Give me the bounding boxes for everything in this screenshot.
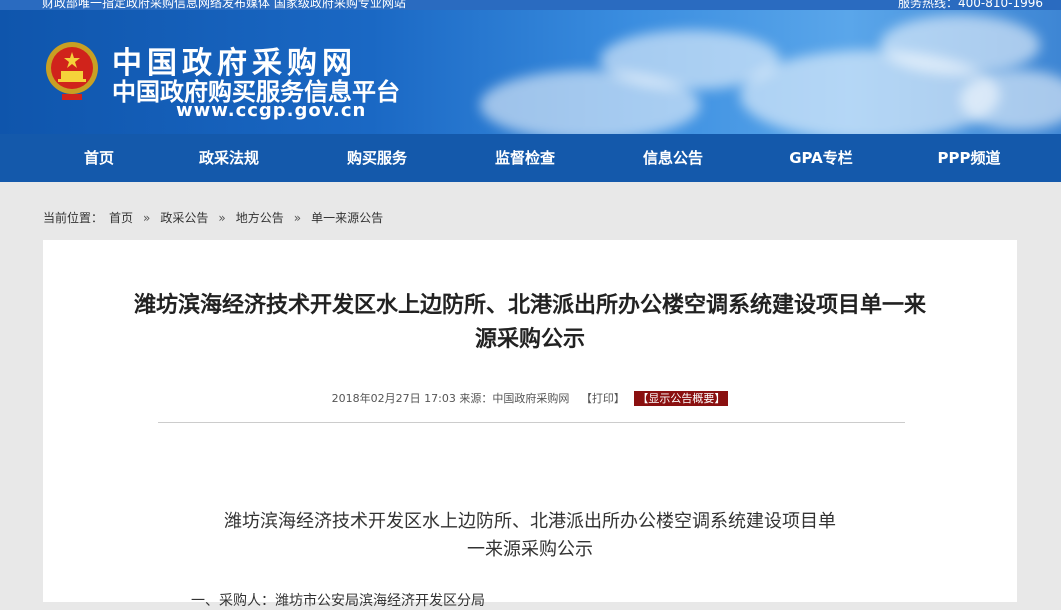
breadcrumb-local[interactable]: 地方公告 xyxy=(236,211,284,225)
service-hotline: 服务热线：400-810-1996 xyxy=(897,0,1043,10)
site-banner: 中国政府采购网 中国政府购买服务信息平台 www.ccgp.gov.cn xyxy=(0,10,1061,134)
national-emblem-icon[interactable] xyxy=(44,38,100,102)
breadcrumb-single-source[interactable]: 单一来源公告 xyxy=(311,211,383,225)
nav-item-ppp[interactable]: PPP频道 xyxy=(938,134,1001,182)
article-datetime: 2018年02月27日 17:03 xyxy=(331,392,456,405)
breadcrumb-home[interactable]: 首页 xyxy=(109,211,133,225)
nav-item-announcements[interactable]: 信息公告 xyxy=(643,134,703,182)
breadcrumb-procurement[interactable]: 政采公告 xyxy=(160,211,208,225)
nav-item-purchase-services[interactable]: 购买服务 xyxy=(347,134,407,182)
nav-item-gpa[interactable]: GPA专栏 xyxy=(789,134,853,182)
breadcrumb-separator: » xyxy=(293,211,302,225)
article-title: 潍坊滨海经济技术开发区水上边防所、北港派出所办公楼空调系统建设项目单一来 源采购公… xyxy=(133,293,926,352)
breadcrumb-separator: » xyxy=(143,211,151,225)
main-nav: 首页 政采法规 购买服务 监督检查 信息公告 GPA专栏 PPP频道 xyxy=(0,134,1061,182)
breadcrumb-prefix: 当前位置： xyxy=(43,211,104,225)
top-info-bar: 财政部唯一指定政府采购信息网络发布媒体 国家级政府采购专业网站 服务热线：400… xyxy=(0,0,1061,10)
site-url[interactable]: www.ccgp.gov.cn xyxy=(176,100,366,121)
breadcrumb: 当前位置： 首页 » 政采公告 » 地方公告 » 单一来源公告 xyxy=(43,209,389,226)
nav-item-regulations[interactable]: 政采法规 xyxy=(199,134,259,182)
print-link[interactable]: 【打印】 xyxy=(581,392,625,405)
article-source: 来源：中国政府采购网 xyxy=(459,392,570,405)
divider xyxy=(158,422,905,423)
article-meta: 2018年02月27日 17:03 来源：中国政府采购网 【打印】 【显示公告概… xyxy=(43,390,1017,406)
nav-item-supervision[interactable]: 监督检查 xyxy=(495,134,555,182)
nav-item-home[interactable]: 首页 xyxy=(84,134,114,182)
breadcrumb-separator: » xyxy=(218,211,226,225)
top-slogan: 财政部唯一指定政府采购信息网络发布媒体 国家级政府采购专业网站 xyxy=(42,0,406,10)
show-summary-button[interactable]: 【显示公告概要】 xyxy=(634,391,729,406)
article-subtitle: 潍坊滨海经济技术开发区水上边防所、北港派出所办公楼空调系统建设项目单 一来源采购公… xyxy=(224,511,836,560)
article-body-line: 一、采购人：潍坊市公安局滨海经济开发区分局 xyxy=(191,593,485,609)
article-panel: 潍坊滨海经济技术开发区水上边防所、北港派出所办公楼空调系统建设项目单一来 源采购公… xyxy=(43,240,1017,609)
